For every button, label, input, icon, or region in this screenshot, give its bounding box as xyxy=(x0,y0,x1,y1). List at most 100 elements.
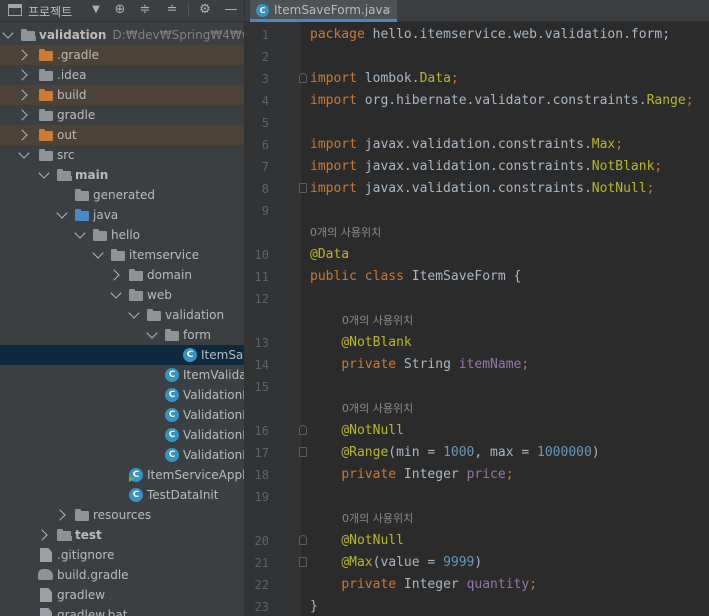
project-toolbar: 프로젝트 ▼ ⊕ ≑ ≐ ⚙ — xyxy=(0,0,244,22)
expand-arrow-icon[interactable] xyxy=(74,227,86,239)
fold-marker-icon[interactable] xyxy=(299,425,307,435)
package-icon xyxy=(164,328,180,342)
gear-icon[interactable]: ⚙ xyxy=(197,2,213,18)
package-icon xyxy=(92,228,108,242)
code-line: @Range(min = 1000, max = 1000000) xyxy=(341,445,600,460)
code-line: private Integer price; xyxy=(341,467,514,482)
expand-arrow-icon[interactable] xyxy=(2,27,14,39)
expand-arrow-icon[interactable] xyxy=(92,247,104,259)
tree-item-label: gradlew.bat xyxy=(57,608,128,616)
line-number: 9 xyxy=(261,204,269,218)
tree-item-out[interactable]: out xyxy=(0,125,244,145)
expand-arrow-icon[interactable] xyxy=(36,529,48,541)
tree-item-build-gradle[interactable]: build.gradle xyxy=(0,565,244,585)
expand-arrow-icon[interactable] xyxy=(146,327,158,339)
class-icon: C xyxy=(183,348,197,362)
window-icon[interactable] xyxy=(8,4,22,16)
expand-arrow-icon[interactable] xyxy=(110,287,122,299)
code-area[interactable]: package hello.itemservice.web.validation… xyxy=(310,22,709,616)
crosshair-icon[interactable]: ⊕ xyxy=(112,2,128,18)
tree-item-gradlew[interactable]: gradlew xyxy=(0,585,244,605)
expand-arrow-icon[interactable] xyxy=(16,89,28,101)
tree-item-label: validation xyxy=(39,28,107,42)
expand-arrow-icon[interactable] xyxy=(56,207,68,219)
tab-itemsaveform[interactable]: C ItemSaveForm.java × xyxy=(250,0,397,22)
tree-item-web[interactable]: web xyxy=(0,285,244,305)
excluded-folder-icon xyxy=(38,48,54,62)
line-number: 20 xyxy=(254,534,269,548)
expand-arrow-icon[interactable] xyxy=(16,49,28,61)
folder-icon xyxy=(38,68,54,82)
tree-item-domain[interactable]: domain xyxy=(0,265,244,285)
tree-item-test[interactable]: test xyxy=(0,525,244,545)
module-path: D:₩dev₩Spring₩4₩worksp xyxy=(112,28,244,42)
tree-item-form[interactable]: form xyxy=(0,325,244,345)
tree-item-validation-root[interactable]: validation D:₩dev₩Spring₩4₩worksp xyxy=(0,25,244,45)
expand-arrow-icon[interactable] xyxy=(108,269,120,281)
expand-all-icon[interactable]: ≑ xyxy=(137,2,153,18)
expand-arrow-icon[interactable] xyxy=(38,167,50,179)
expand-arrow-icon[interactable] xyxy=(18,147,30,159)
expand-arrow-icon[interactable] xyxy=(128,307,140,319)
usage-hint[interactable]: 0개의 사용위치 xyxy=(342,310,413,332)
tree-item-resources[interactable]: resources xyxy=(0,505,244,525)
tree-item-label: ValidationIt xyxy=(183,408,244,422)
fold-marker-icon[interactable] xyxy=(299,183,307,193)
minimize-icon[interactable]: — xyxy=(223,2,239,18)
fold-marker-icon[interactable] xyxy=(299,557,307,567)
tree-item-testdatainit[interactable]: C TestDataInit xyxy=(0,485,244,505)
tree-item-java[interactable]: java xyxy=(0,205,244,225)
line-number-gutter: 1 2 3 4 5 6 7 8 9 10 11 12 13 14 15 16 1… xyxy=(245,22,307,616)
tree-item-main[interactable]: main xyxy=(0,165,244,185)
module-folder-icon xyxy=(56,168,73,182)
module-folder-icon xyxy=(20,28,37,42)
tree-item-validation-controller[interactable]: C ValidationIt xyxy=(0,385,244,405)
project-view-title[interactable]: 프로젝트 xyxy=(28,3,72,20)
tree-item-label: web xyxy=(147,288,172,302)
tree-item-gitignore[interactable]: .gitignore xyxy=(0,545,244,565)
code-line: import javax.validation.constraints.Max; xyxy=(310,137,624,152)
usage-hint[interactable]: 0개의 사용위치 xyxy=(342,398,413,420)
source-folder-icon xyxy=(74,208,90,222)
tree-item-generated[interactable]: ⚙ generated xyxy=(0,185,244,205)
package-icon xyxy=(110,248,126,262)
tree-item-itemsaveform[interactable]: C ItemSav xyxy=(0,345,244,365)
tree-item-validation-package[interactable]: validation xyxy=(0,305,244,325)
tree-item-build[interactable]: build xyxy=(0,85,244,105)
expand-arrow-icon[interactable] xyxy=(16,69,28,81)
fold-marker-icon[interactable] xyxy=(299,535,307,545)
tree-item-validation-controller[interactable]: C ValidationIt xyxy=(0,425,244,445)
tree-item-itemservice[interactable]: itemservice xyxy=(0,245,244,265)
class-icon: C xyxy=(256,4,269,17)
tree-item-label: .idea xyxy=(57,68,87,82)
tree-item-gradle-cache[interactable]: .gradle xyxy=(0,45,244,65)
tree-item-gradlew-bat[interactable]: gradlew.bat xyxy=(0,605,244,616)
package-icon xyxy=(128,268,144,282)
expand-arrow-icon[interactable] xyxy=(16,109,28,121)
tree-item-validation-controller[interactable]: C ValidationIt xyxy=(0,405,244,425)
tree-item-label: TestDataInit xyxy=(147,488,219,502)
close-icon[interactable]: × xyxy=(383,3,392,16)
usage-hint[interactable]: 0개의 사용위치 xyxy=(342,508,413,530)
expand-arrow-icon[interactable] xyxy=(16,129,28,141)
chevron-down-icon[interactable]: ▼ xyxy=(88,2,104,18)
code-line: @Data xyxy=(310,247,350,262)
tree-item-itemserviceapplication[interactable]: C ItemServiceApplic xyxy=(0,465,244,485)
tree-item-label: validation xyxy=(165,308,225,322)
tree-item-validation-controller[interactable]: C ValidationIt xyxy=(0,445,244,465)
tree-item-gradle[interactable]: gradle xyxy=(0,105,244,125)
expand-arrow-icon[interactable] xyxy=(54,509,66,521)
class-icon: C xyxy=(165,368,179,382)
line-number: 14 xyxy=(254,358,269,372)
tree-item-hello[interactable]: hello xyxy=(0,225,244,245)
fold-marker-icon[interactable] xyxy=(299,447,307,457)
code-line: private String itemName; xyxy=(341,357,530,372)
tree-item-idea[interactable]: .idea xyxy=(0,65,244,85)
tree-item-src[interactable]: src xyxy=(0,145,244,165)
folder-icon xyxy=(38,148,54,162)
fold-marker-icon[interactable] xyxy=(299,73,307,83)
tree-item-itemvalidator[interactable]: C ItemValidat xyxy=(0,365,244,385)
tree-item-label: ItemSav xyxy=(201,348,244,362)
usage-hint[interactable]: 0개의 사용위치 xyxy=(310,222,381,244)
collapse-all-icon[interactable]: ≐ xyxy=(164,2,180,18)
